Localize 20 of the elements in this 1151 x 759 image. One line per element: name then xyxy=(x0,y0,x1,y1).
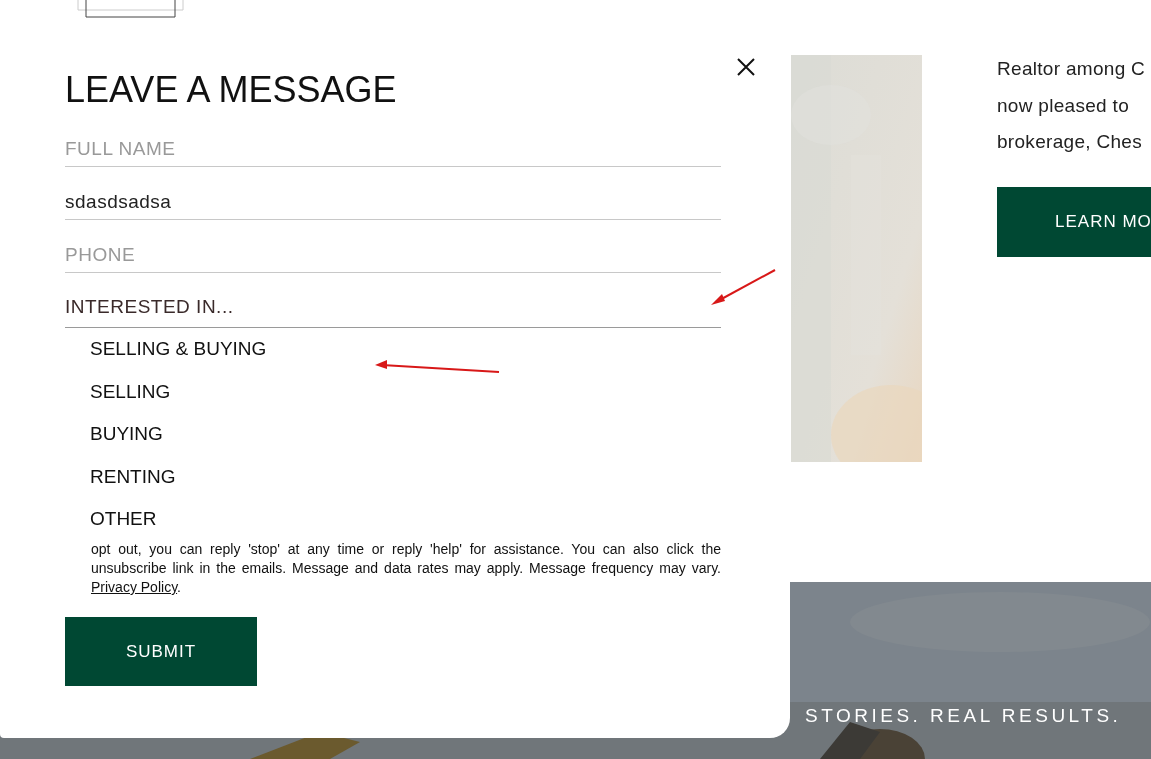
dropdown-option[interactable]: RENTING xyxy=(90,465,176,488)
logo-frame-icon xyxy=(77,0,184,18)
dropdown-option[interactable]: OTHER xyxy=(90,508,157,530)
dropdown-option[interactable]: SELLING & BUYING xyxy=(90,338,267,360)
dropdown-option[interactable]: BUYING xyxy=(90,423,163,445)
annotation-arrow xyxy=(711,269,776,305)
submit-button[interactable]: SUBMIT xyxy=(65,617,257,686)
close-icon xyxy=(737,58,755,76)
disclaimer-text: opt out, you can reply 'stop' at any time or reply 'help' for assistance. You can also click the unsubscribe link in the emails. Message and data rates may apply. Message frequency may vary. Privacy Policy. xyxy=(91,540,721,597)
input-field[interactable]: sdasdsadsa xyxy=(65,167,721,220)
dropdown-option[interactable]: SELLING xyxy=(90,380,171,403)
intro-text: Realtor among C xyxy=(997,57,1147,81)
modal-title: LEAVE A MESSAGE xyxy=(65,72,397,108)
intro-text: brokerage, Ches xyxy=(997,130,1143,154)
input-field[interactable]: PHONE xyxy=(65,220,721,273)
banner-tagline: STORIES. REAL RESULTS. xyxy=(805,705,1122,726)
learn-more-button[interactable]: LEARN MO xyxy=(997,186,1151,257)
intro-text: now pleased to xyxy=(997,93,1130,118)
select-field[interactable]: INTERESTED IN... xyxy=(65,273,721,328)
input-field[interactable]: FULL NAME xyxy=(65,114,721,167)
